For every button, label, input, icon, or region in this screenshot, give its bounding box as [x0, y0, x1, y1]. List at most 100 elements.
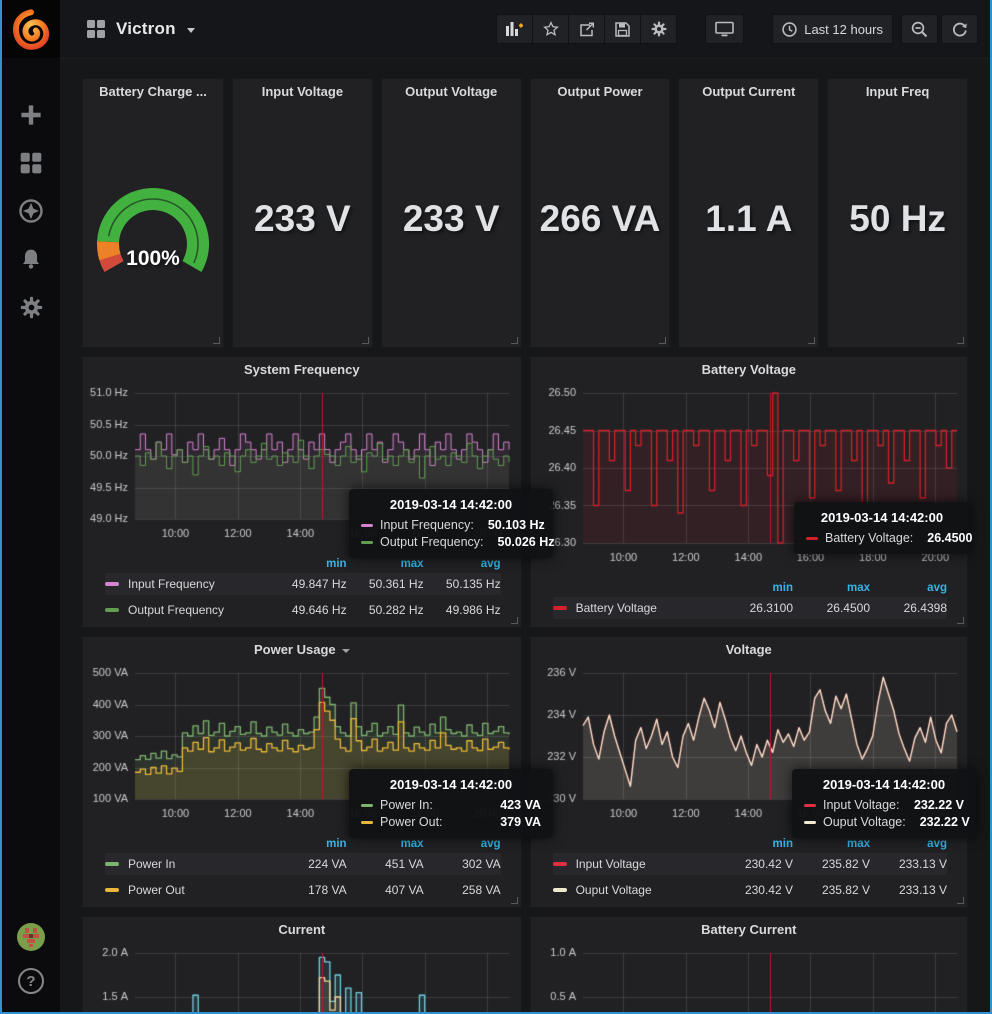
gear-icon	[651, 21, 667, 37]
legend-series-name[interactable]: Ouput Voltage	[576, 883, 716, 897]
panel-title-output-voltage[interactable]: Output Voltage	[405, 79, 497, 105]
legend-header-min[interactable]: min	[270, 838, 347, 850]
tv-mode-button[interactable]	[705, 14, 744, 44]
legend-stat-value: 50.361 Hz	[347, 577, 424, 591]
legend-header: minmaxavg	[553, 579, 947, 597]
panel-resize-handle[interactable]	[511, 897, 518, 904]
tooltip-timestamp: 2019-03-14 14:42:00	[361, 777, 541, 792]
legend-series-name[interactable]: Input Frequency	[128, 577, 270, 591]
panel-resize-handle[interactable]	[511, 617, 518, 624]
legend-header-max[interactable]: max	[793, 838, 870, 850]
panel-title-input-voltage[interactable]: Input Voltage	[262, 79, 343, 105]
panel-battery-voltage: Battery Voltage minmaxavgBattery Voltage…	[530, 356, 968, 628]
legend-header-min[interactable]: min	[716, 582, 793, 594]
sidebar-item-alerting[interactable]	[18, 246, 44, 272]
panel-title-battery-charge[interactable]: Battery Charge ...	[99, 79, 207, 105]
legend-series-name[interactable]: Battery Voltage	[576, 601, 716, 615]
legend-stat-value: 178 VA	[270, 883, 347, 897]
sidebar-item-configuration[interactable]	[18, 294, 44, 320]
tooltip-series-value: 26.4500	[927, 531, 972, 545]
legend-header-avg[interactable]: avg	[870, 582, 947, 594]
legend-header-max[interactable]: max	[793, 582, 870, 594]
legend-header-avg[interactable]: avg	[424, 558, 501, 570]
tooltip-row: Power In:423 VA	[361, 798, 541, 812]
panel-title-input-freq[interactable]: Input Freq	[866, 79, 930, 105]
legend-header-max[interactable]: max	[347, 838, 424, 850]
battery-current-chart[interactable]	[531, 943, 971, 1014]
chevron-down-icon[interactable]	[187, 28, 195, 33]
panel-resize-handle[interactable]	[957, 337, 964, 344]
legend-row[interactable]: Input Frequency49.847 Hz50.361 Hz50.135 …	[105, 573, 501, 595]
panel-output-power: Output Power 266 VA	[530, 78, 671, 348]
grafana-logo[interactable]	[2, 0, 60, 58]
legend-series-name[interactable]: Output Frequency	[128, 603, 270, 617]
legend-header-max[interactable]: max	[347, 558, 424, 570]
time-range-button[interactable]: Last 12 hours	[772, 14, 893, 44]
user-avatar[interactable]	[16, 922, 46, 952]
panel-title-current[interactable]: Current	[83, 917, 521, 943]
panel-resize-handle[interactable]	[957, 617, 964, 624]
panel-resize-handle[interactable]	[213, 337, 220, 344]
dashboard-grid-icon[interactable]	[87, 20, 105, 38]
sidebar-item-explore[interactable]	[18, 198, 44, 224]
legend-header-min[interactable]: min	[270, 558, 347, 570]
panel-title-battery-current[interactable]: Battery Current	[531, 917, 967, 943]
panel-title-power-usage[interactable]: Power Usage	[83, 637, 521, 663]
tooltip-swatch-icon	[361, 821, 373, 824]
refresh-icon	[952, 21, 968, 37]
legend-stat-value: 49.986 Hz	[424, 603, 501, 617]
sidebar-item-dashboards[interactable]	[18, 150, 44, 176]
panel-title-battery-voltage[interactable]: Battery Voltage	[531, 357, 967, 383]
help-button[interactable]: ?	[18, 968, 44, 994]
battery-charge-gauge: 100%	[83, 105, 223, 347]
panel-title-voltage[interactable]: Voltage	[531, 637, 967, 663]
current-chart[interactable]	[83, 943, 523, 1014]
panel-resize-handle[interactable]	[957, 897, 964, 904]
legend-swatch-icon	[553, 888, 567, 892]
legend-header-avg[interactable]: avg	[870, 838, 947, 850]
tooltip-series-label: Ouput Voltage:	[823, 815, 906, 829]
panel-title-system-frequency[interactable]: System Frequency	[83, 357, 521, 383]
refresh-button[interactable]	[941, 14, 978, 44]
gauge-arc: 100%	[83, 166, 223, 286]
legend-stat-value: 407 VA	[347, 883, 424, 897]
add-panel-button[interactable]	[496, 14, 533, 44]
panel-menu-caret-icon[interactable]	[342, 649, 350, 653]
tooltip-swatch-icon	[804, 821, 816, 824]
panel-resize-handle[interactable]	[808, 337, 815, 344]
legend-series-name[interactable]: Power In	[128, 857, 270, 871]
legend-row[interactable]: Battery Voltage26.310026.450026.4398	[553, 597, 947, 619]
legend-swatch-icon	[553, 862, 567, 866]
panel-settings-button[interactable]	[640, 14, 677, 44]
save-icon	[615, 22, 630, 37]
tooltip-timestamp: 2019-03-14 14:42:00	[806, 510, 958, 525]
legend-stat-value: 258 VA	[424, 883, 501, 897]
legend-row[interactable]: Power In224 VA451 VA302 VA	[105, 853, 501, 875]
legend-series-name[interactable]: Power Out	[128, 883, 270, 897]
legend-swatch-icon	[553, 606, 567, 610]
legend-stat-value: 235.82 V	[793, 883, 870, 897]
legend-row[interactable]: Input Voltage230.42 V235.82 V233.13 V	[553, 853, 947, 875]
graph-tooltip: 2019-03-14 14:42:00Battery Voltage:26.45…	[794, 502, 970, 554]
star-button[interactable]	[532, 14, 569, 44]
star-icon	[543, 21, 559, 37]
legend-row[interactable]: Ouput Voltage230.42 V235.82 V233.13 V	[553, 879, 947, 901]
legend-series-name[interactable]: Input Voltage	[576, 857, 716, 871]
output-current-value: 1.1 A	[705, 105, 792, 347]
legend-row[interactable]: Power Out178 VA407 VA258 VA	[105, 879, 501, 901]
share-button[interactable]	[568, 14, 605, 44]
panel-title-output-power[interactable]: Output Power	[557, 79, 642, 105]
panel-resize-handle[interactable]	[659, 337, 666, 344]
legend-stat-value: 26.4398	[870, 601, 947, 615]
legend-row[interactable]: Output Frequency49.646 Hz50.282 Hz49.986…	[105, 599, 501, 621]
legend-header-avg[interactable]: avg	[424, 838, 501, 850]
legend-swatch-icon	[105, 888, 119, 892]
dashboard-title[interactable]: Victron	[116, 19, 176, 39]
legend-header-min[interactable]: min	[716, 838, 793, 850]
zoom-out-button[interactable]	[901, 14, 938, 44]
panel-resize-handle[interactable]	[511, 337, 518, 344]
panel-title-output-current[interactable]: Output Current	[702, 79, 795, 105]
sidebar-item-create[interactable]	[18, 102, 44, 128]
save-button[interactable]	[604, 14, 641, 44]
panel-resize-handle[interactable]	[362, 337, 369, 344]
